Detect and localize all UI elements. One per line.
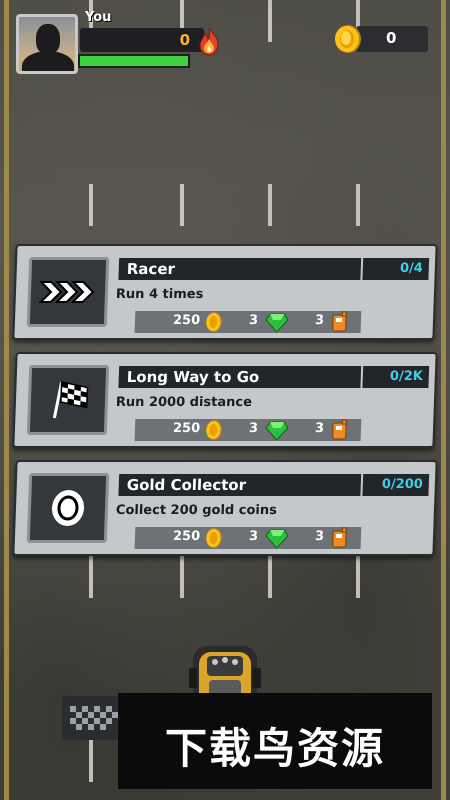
lane-dash <box>356 556 360 598</box>
mission-description: Collect 200 gold coins <box>115 503 278 518</box>
checkered-flag-icon <box>52 381 89 419</box>
gold-coin-icon <box>205 420 222 440</box>
reward-coins-value: 250 <box>172 529 201 544</box>
green-gem-icon <box>265 313 289 333</box>
coin-outline-icon <box>51 490 85 526</box>
green-gem-icon <box>265 529 289 549</box>
lane-dash <box>268 556 272 598</box>
gold-coin-icon <box>205 312 222 332</box>
mission-progress: 0/200 <box>381 477 424 492</box>
mission-description: Run 2000 distance <box>115 395 253 410</box>
road-edge-right <box>441 0 446 800</box>
mission-title: Gold Collector <box>126 476 247 494</box>
mission-rewards: 250 3 3 <box>134 311 362 333</box>
mission-progress: 0/4 <box>399 261 424 276</box>
fuel-can-icon <box>332 311 347 332</box>
score-value: 0 <box>179 31 190 49</box>
reward-fuel-value: 3 <box>314 421 325 436</box>
mission-card-gold-collector[interactable]: Gold Collector 0/200 Collect 200 gold co… <box>12 460 438 556</box>
lane-dash <box>180 556 184 598</box>
avatar-head <box>36 24 60 54</box>
avatar-shoulders <box>22 51 74 71</box>
mission-rewards: 250 3 3 <box>134 419 362 441</box>
coin-value: 0 <box>386 29 397 47</box>
gold-coin-icon <box>335 25 361 53</box>
mission-rewards: 250 3 3 <box>134 527 362 549</box>
score-box: 0 <box>80 28 204 52</box>
mission-icon-box <box>26 257 110 327</box>
watermark-banner: 下载鸟资源 <box>118 693 432 789</box>
green-gem-icon <box>265 421 289 441</box>
player-name: You <box>85 10 112 25</box>
reward-coins-value: 250 <box>172 421 201 436</box>
reward-gems-value: 3 <box>248 421 259 436</box>
lane-dash <box>89 184 93 226</box>
mission-title-bar: Gold Collector <box>118 474 362 496</box>
mission-progress: 0/2K <box>389 369 424 384</box>
lane-dash <box>268 0 272 42</box>
flame-icon <box>199 27 219 56</box>
reward-gems-value: 3 <box>248 313 259 328</box>
lane-dash <box>268 184 272 226</box>
chevrons-icon <box>38 281 95 303</box>
mission-progress-box: 0/200 <box>362 474 430 496</box>
reward-gems-value: 3 <box>248 529 259 544</box>
mission-icon-box <box>26 473 110 543</box>
reward-coins-value: 250 <box>172 313 201 328</box>
player-avatar[interactable] <box>16 14 78 74</box>
reward-fuel-value: 3 <box>314 529 325 544</box>
fuel-can-icon <box>332 419 347 440</box>
health-bar <box>78 54 190 68</box>
mission-title: Long Way to Go <box>126 368 260 386</box>
mission-title-bar: Long Way to Go <box>118 366 362 388</box>
fuel-can-icon <box>332 527 347 548</box>
lane-dash <box>180 184 184 226</box>
reward-fuel-value: 3 <box>314 313 325 328</box>
mission-title: Racer <box>126 260 176 278</box>
lane-dash <box>89 740 93 782</box>
watermark-text: 下载鸟资源 <box>164 724 385 773</box>
health-fill <box>80 56 188 66</box>
mission-title-bar: Racer <box>118 258 362 280</box>
mission-progress-box: 0/2K <box>362 366 430 388</box>
road-edge-left <box>4 0 9 800</box>
mission-icon-box <box>26 365 110 435</box>
lane-dash <box>89 556 93 598</box>
mission-card-long-way[interactable]: Long Way to Go 0/2K Run 2000 distance 25… <box>12 352 438 448</box>
mission-card-racer[interactable]: Racer 0/4 Run 4 times 250 3 3 <box>12 244 438 340</box>
mission-progress-box: 0/4 <box>362 258 430 280</box>
gold-coin-icon <box>205 528 222 548</box>
lane-dash <box>356 184 360 226</box>
mission-description: Run 4 times <box>115 287 204 302</box>
